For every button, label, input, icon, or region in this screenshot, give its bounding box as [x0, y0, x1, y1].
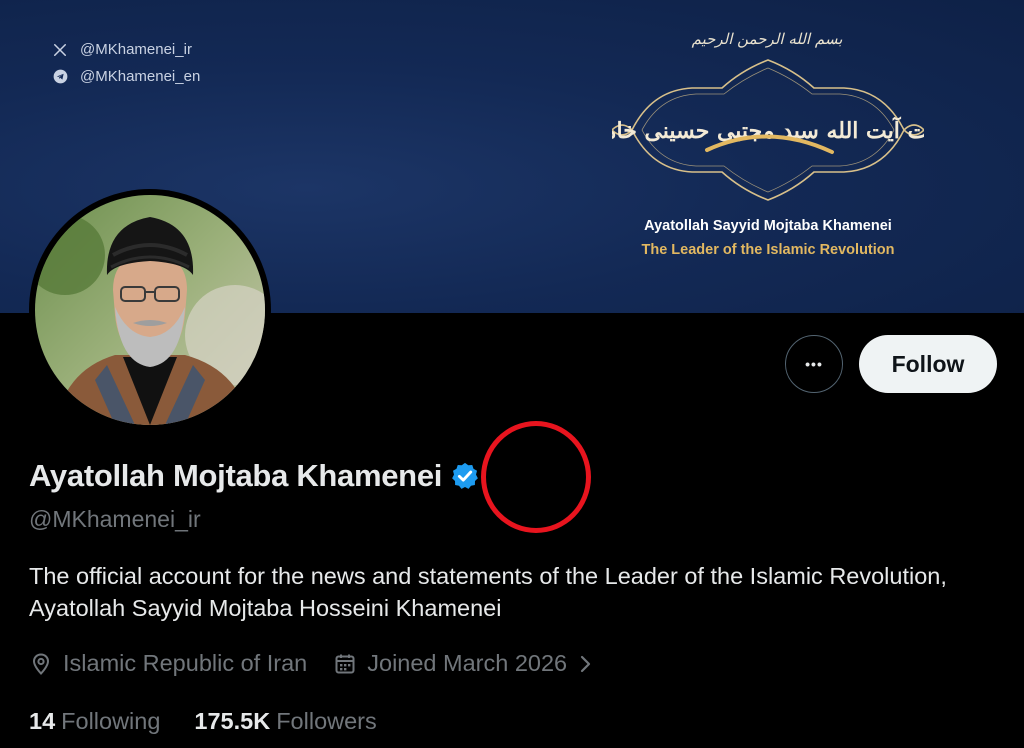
location-item: Islamic Republic of Iran: [29, 650, 307, 677]
profile-bio: The official account for the news and st…: [29, 563, 947, 621]
banner-telegram-handle: @MKhamenei_en: [80, 68, 201, 85]
banner-title: Ayatollah Sayyid Mojtaba Khamenei: [644, 218, 892, 234]
joined-text: Joined March 2026: [367, 650, 568, 676]
telegram-icon: [52, 69, 68, 85]
avatar-photo: [35, 195, 265, 425]
verified-badge-icon[interactable]: [450, 461, 480, 491]
profile-name-row: Ayatollah Mojtaba Khamenei: [29, 458, 480, 494]
x-logo-icon: [52, 42, 68, 58]
banner-calligraphy-text: حضرت آیت الله سید مجتبی حسینی خامنه‌ای: [612, 116, 924, 144]
banner-telegram-handle-row: @MKhamenei_en: [52, 68, 200, 85]
profile-meta-row: Islamic Republic of Iran Joined March 20…: [29, 650, 595, 677]
followers-label: Followers: [276, 708, 377, 734]
followers-link[interactable]: 175.5K Followers: [194, 708, 376, 735]
profile-avatar[interactable]: [29, 189, 271, 431]
location-pin-icon: [29, 652, 53, 676]
location-text: Islamic Republic of Iran: [63, 650, 308, 676]
banner-x-handle-row: @MKhamenei_ir: [52, 41, 192, 58]
calendar-icon: [333, 652, 357, 676]
following-count: 14: [29, 708, 56, 734]
banner-calligraphy-emblem: بسم الله الرحمن الرحیم حضرت آیت الله سید…: [612, 30, 924, 210]
following-link[interactable]: 14 Following: [29, 708, 160, 735]
joined-item[interactable]: Joined March 2026: [333, 650, 595, 677]
verified-annotation-circle: [481, 421, 591, 533]
more-options-button[interactable]: •••: [785, 335, 843, 393]
profile-handle: @MKhamenei_ir: [29, 506, 201, 532]
followers-count: 175.5K: [194, 708, 271, 734]
banner-subtitle: The Leader of the Islamic Revolution: [641, 242, 895, 258]
following-label: Following: [61, 708, 161, 734]
follow-button[interactable]: Follow: [859, 335, 997, 393]
display-name: Ayatollah Mojtaba Khamenei: [29, 458, 443, 493]
banner-x-handle: @MKhamenei_ir: [80, 41, 192, 58]
profile-stats-row: 14 Following 175.5K Followers: [29, 708, 377, 735]
chevron-right-icon: [577, 652, 595, 676]
more-options-icon: •••: [805, 356, 823, 372]
